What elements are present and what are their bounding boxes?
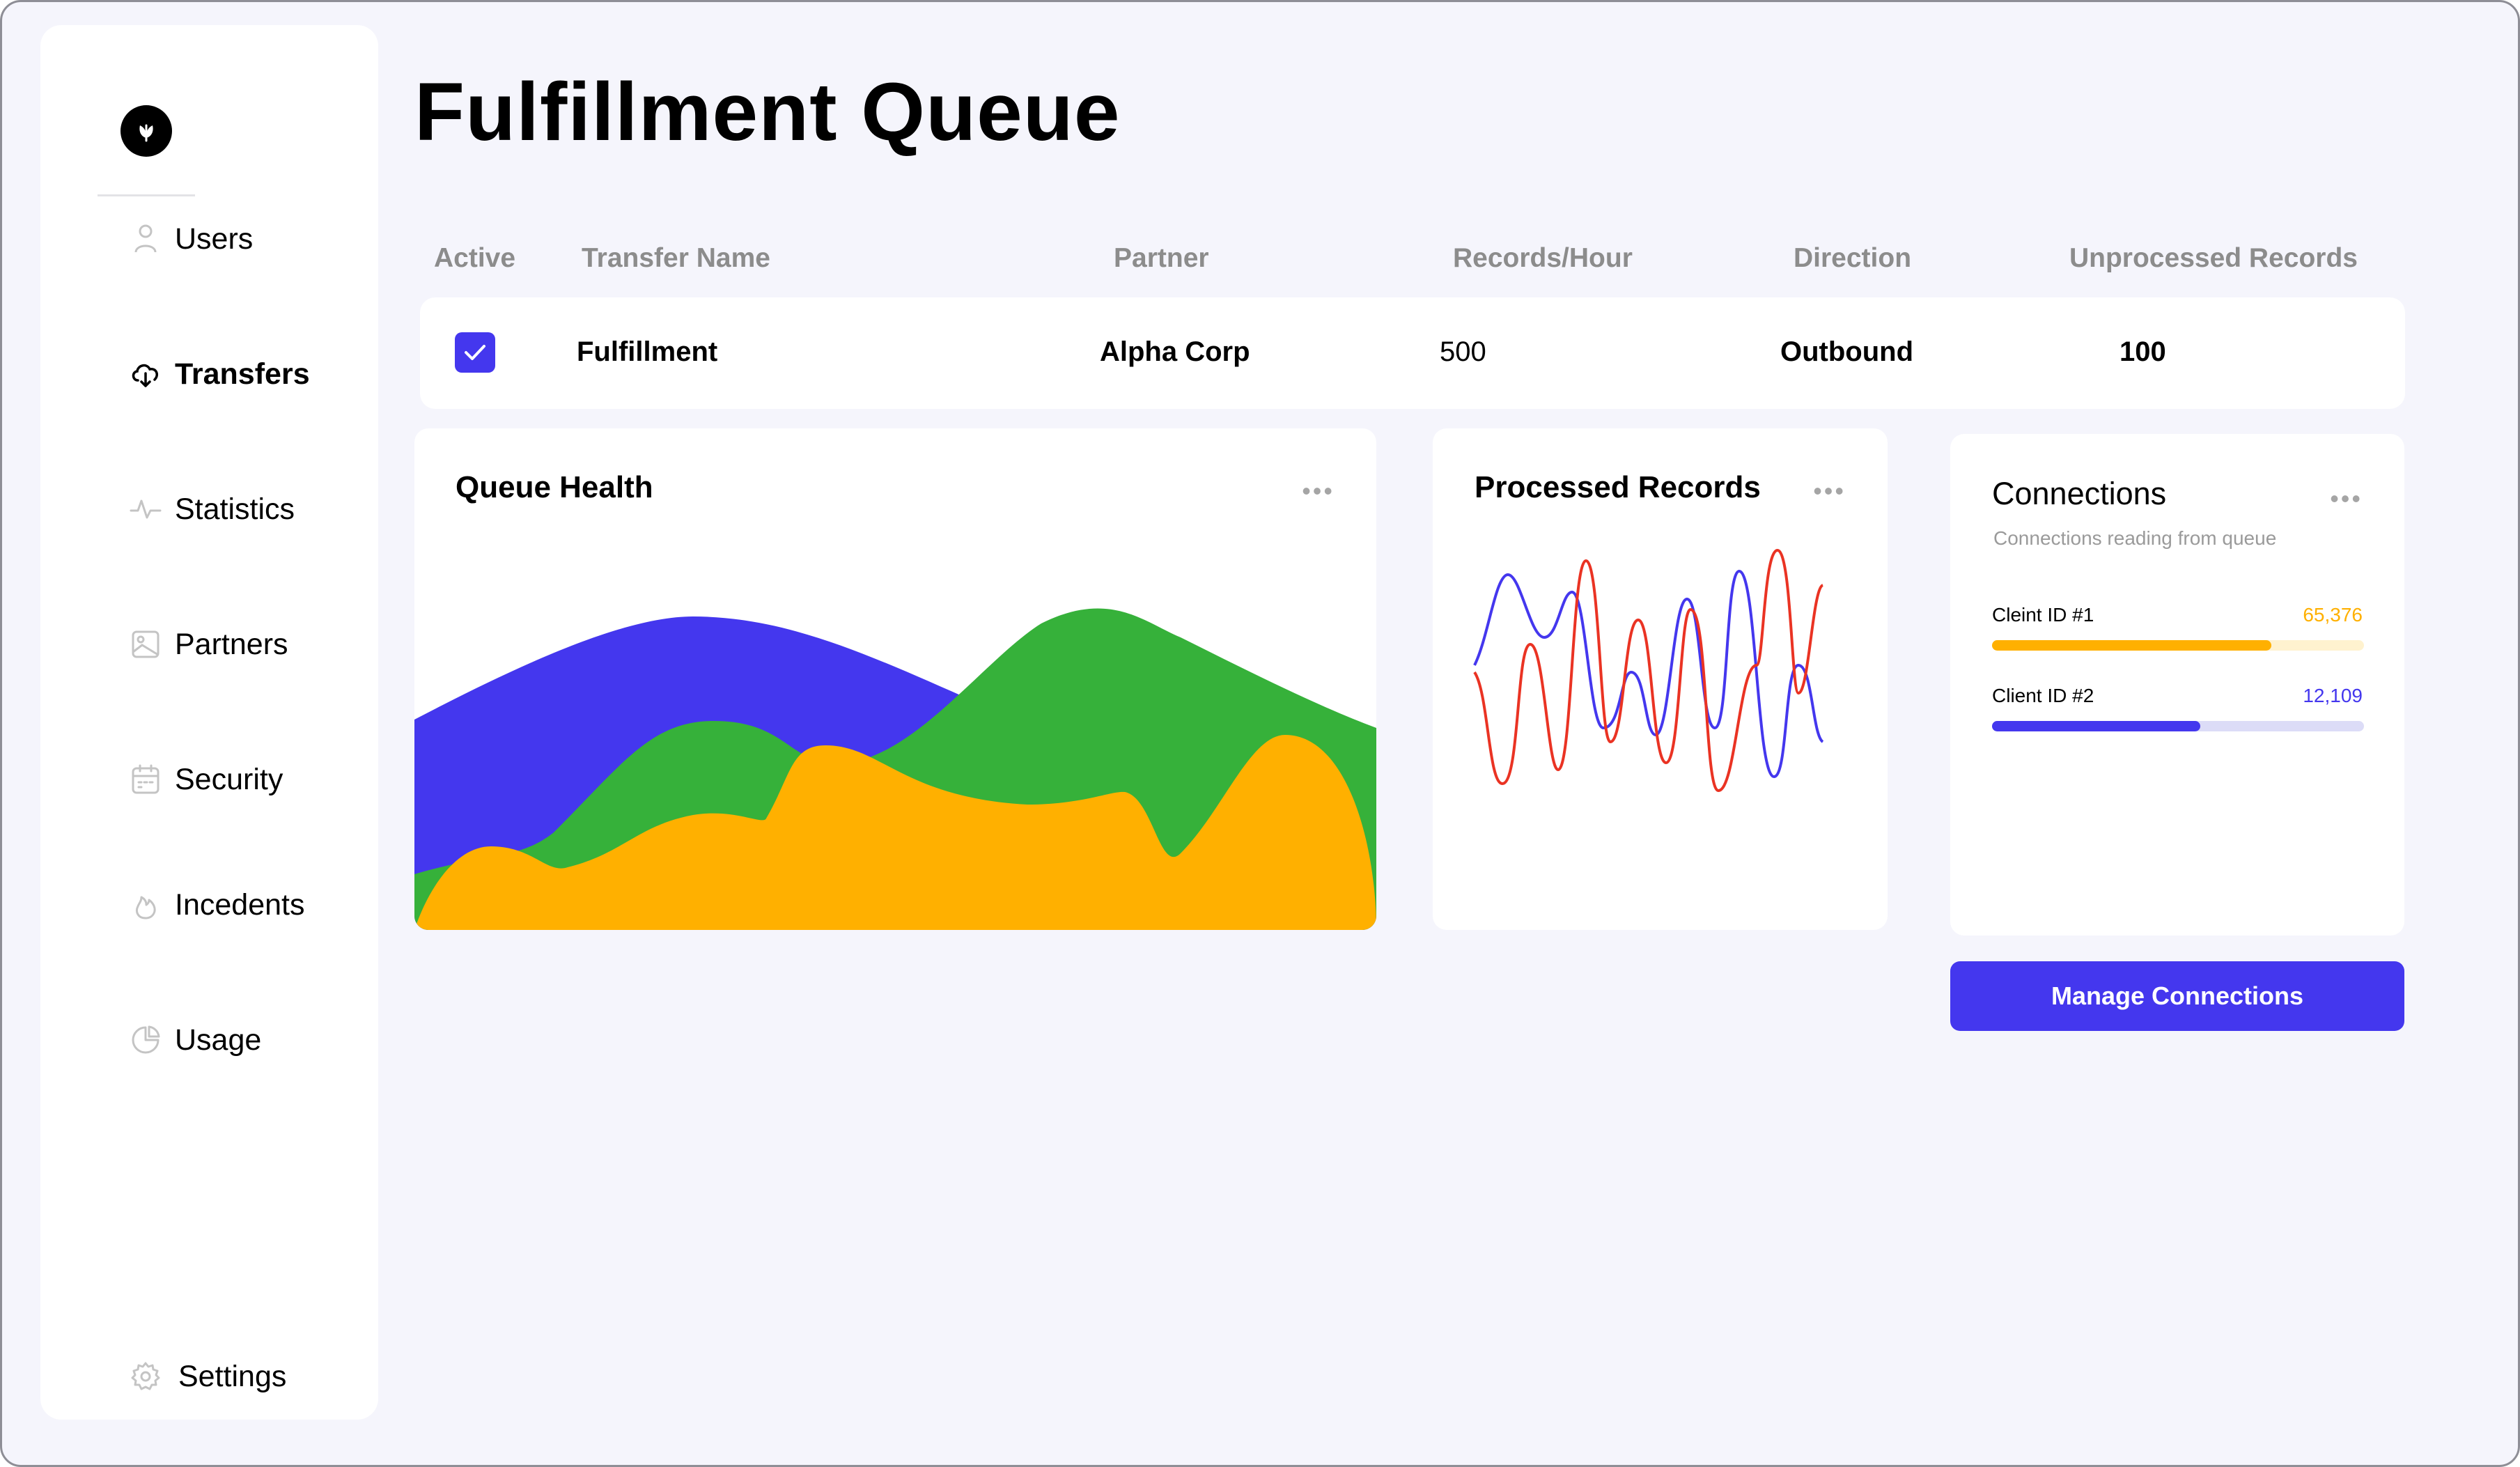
unprocessed-records-cell: 100 [2120, 336, 2166, 367]
transfer-name-cell: Fulfillment [577, 336, 718, 367]
sidebar-item-label: Settings [178, 1359, 287, 1393]
active-checkbox[interactable] [455, 332, 495, 373]
user-icon [129, 222, 162, 256]
card-title: Connections [1992, 476, 2167, 511]
processed-records-card: Processed Records ••• [1433, 428, 1888, 930]
line-series-red [1473, 548, 1824, 793]
sidebar-item-transfers[interactable]: Transfers [40, 346, 378, 402]
client-label: Client ID #2 [1992, 685, 2094, 706]
sidebar-item-settings[interactable]: Settings [40, 1349, 378, 1404]
sidebar-item-label: Partners [175, 627, 288, 661]
sidebar-item-usage[interactable]: Usage [40, 1012, 378, 1068]
column-header-partner: Partner [1114, 243, 1209, 273]
gear-icon [129, 1360, 162, 1393]
sidebar-item-incedents[interactable]: Incedents [40, 877, 378, 933]
client-progress-fill [1992, 640, 2271, 651]
calendar-icon [129, 763, 162, 796]
flame-icon [129, 888, 162, 922]
leaf-logo-icon[interactable] [120, 105, 172, 157]
column-header-direction: Direction [1794, 243, 1912, 273]
client-progress-fill [1992, 721, 2201, 731]
sidebar-item-label: Incedents [175, 887, 305, 922]
processed-records-chart [1473, 548, 1824, 793]
direction-cell: Outbound [1780, 336, 1914, 367]
pie-chart-icon [129, 1023, 162, 1057]
records-per-hour-cell: 500 [1440, 336, 1486, 367]
sidebar-item-label: Security [175, 762, 283, 796]
client-progress-track [1992, 640, 2364, 651]
connections-card: Connections ••• Connections reading from… [1950, 434, 2404, 936]
sidebar: Users Transfers Statistics Partners Secu [40, 25, 378, 1420]
client-value: 12,109 [2303, 685, 2363, 706]
manage-connections-button[interactable]: Manage Connections [1950, 961, 2404, 1031]
more-options-icon[interactable]: ••• [2330, 486, 2363, 511]
app-window: Users Transfers Statistics Partners Secu [0, 0, 2520, 1467]
table-row[interactable]: Fulfillment Alpha Corp 500 Outbound 100 [420, 297, 2405, 409]
sidebar-item-label: Statistics [175, 492, 295, 526]
card-subtitle: Connections reading from queue [1993, 527, 2277, 549]
column-header-transfer-name: Transfer Name [582, 243, 770, 273]
line-series-blue [1473, 569, 1824, 779]
sidebar-item-statistics[interactable]: Statistics [40, 481, 378, 537]
sidebar-item-label: Users [175, 222, 254, 256]
sidebar-divider [98, 194, 195, 196]
sidebar-item-label: Usage [175, 1023, 262, 1057]
partner-cell: Alpha Corp [1100, 336, 1250, 367]
column-header-unprocessed-records: Unprocessed Records [2069, 243, 2358, 273]
queue-health-chart [414, 608, 1376, 930]
client-value: 65,376 [2303, 604, 2363, 626]
column-header-records-per-hour: Records/Hour [1453, 243, 1633, 273]
activity-icon [129, 492, 162, 526]
page-title: Fulfillment Queue [414, 66, 1121, 158]
column-header-active: Active [434, 243, 516, 273]
sidebar-item-users[interactable]: Users [40, 211, 378, 267]
sidebar-item-partners[interactable]: Partners [40, 616, 378, 672]
queue-health-card: Queue Health ••• [414, 428, 1376, 930]
image-icon [129, 628, 162, 661]
checkmark-icon [465, 345, 485, 360]
client-progress-track [1992, 721, 2364, 731]
client-label: Cleint ID #1 [1992, 604, 2094, 626]
sidebar-item-security[interactable]: Security [40, 752, 378, 807]
cloud-download-icon [129, 357, 162, 391]
sidebar-item-label: Transfers [175, 357, 310, 391]
